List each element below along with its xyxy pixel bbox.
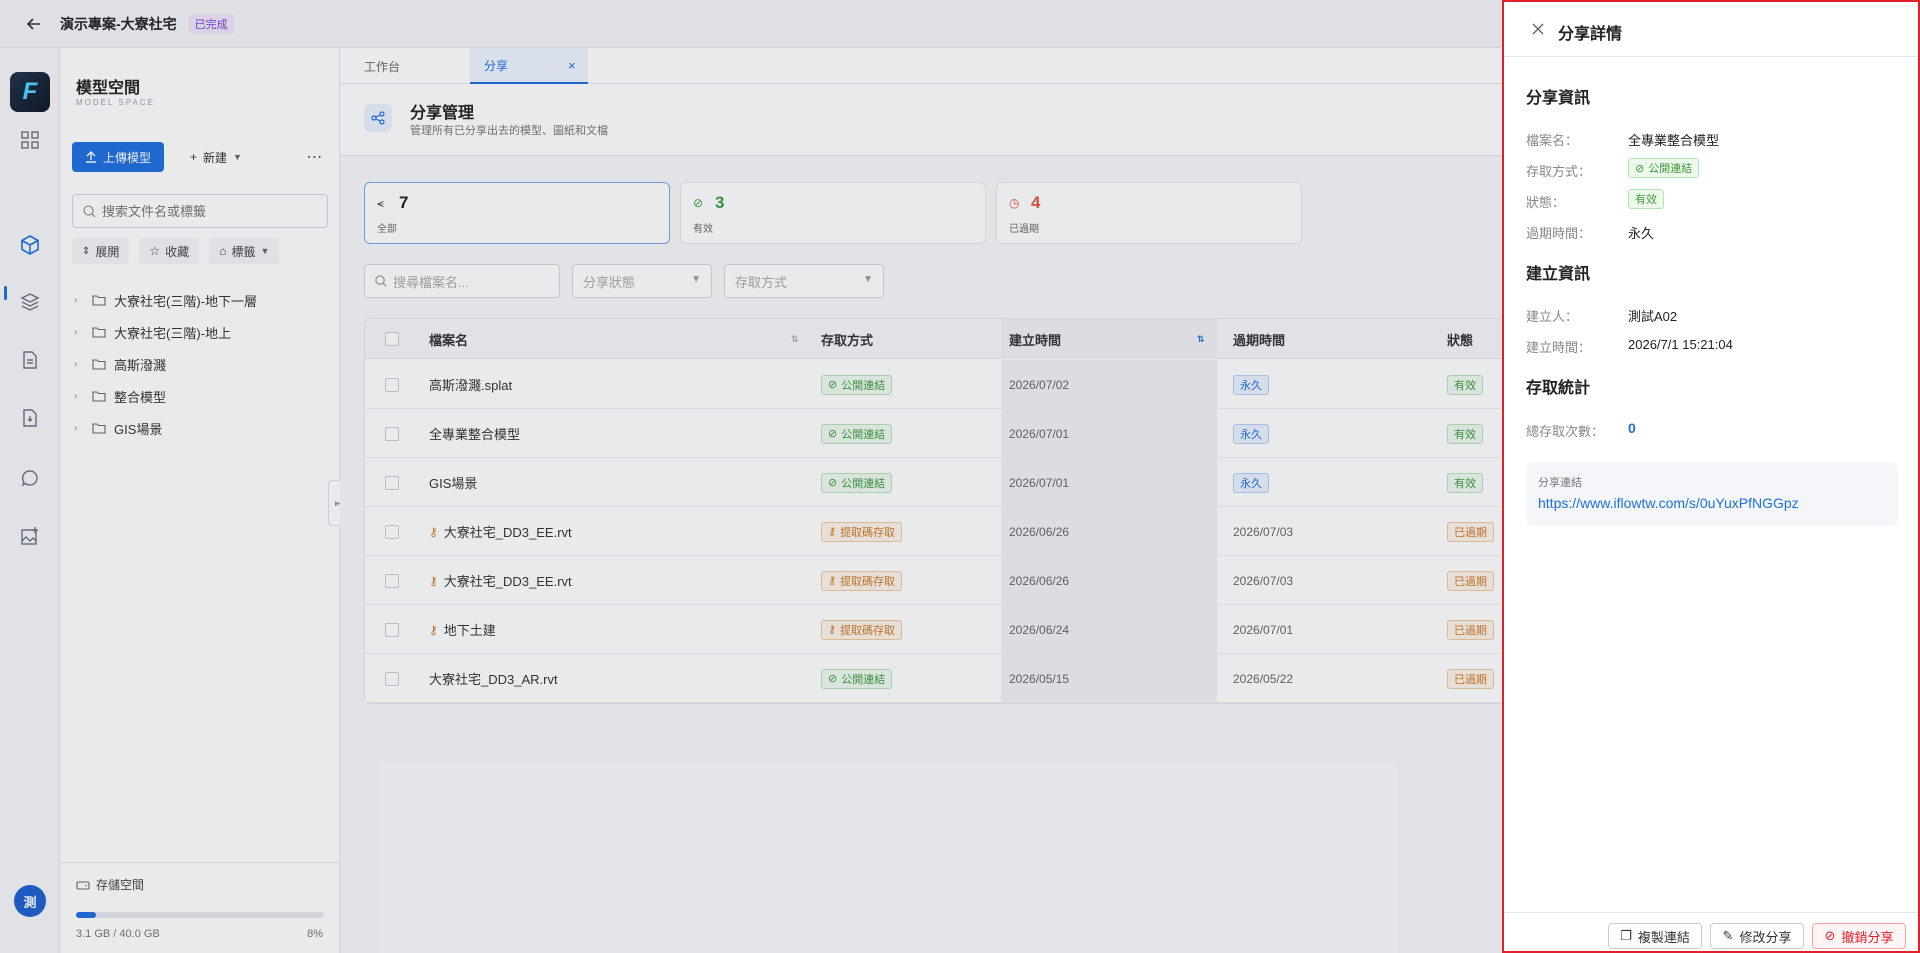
share-info-heading: 分享資訊	[1526, 90, 1591, 107]
file-name-value: 全專業整合模型	[1628, 133, 1720, 148]
creator-label: 建立人：	[1526, 309, 1579, 324]
total-access-label: 總存取次數：	[1526, 424, 1605, 439]
stats-heading: 存取統計	[1526, 380, 1591, 397]
total-access-value: 0	[1628, 420, 1636, 436]
create-info-heading: 建立資訊	[1526, 266, 1591, 283]
drawer-title: 分享詳情	[1558, 26, 1623, 43]
access-label: 存取方式：	[1526, 164, 1592, 179]
link-icon: ⊘	[1635, 162, 1645, 175]
created-label: 建立時間：	[1526, 340, 1592, 355]
share-detail-drawer: 分享詳情 分享資訊 檔案名： 全專業整合模型 存取方式： ⊘ 公開連結 狀態： 有…	[1502, 0, 1920, 953]
share-link-box: 分享連結 https://www.iflowtw.com/s/0uYuxPfNG…	[1526, 462, 1898, 526]
expire-label: 過期時間：	[1526, 226, 1592, 241]
pencil-icon: ✎	[1722, 928, 1734, 943]
ban-icon: ⊘	[1824, 928, 1836, 943]
edit-share-label: 修改分享	[1739, 929, 1792, 945]
created-value: 2026/7/1 15:21:04	[1628, 337, 1733, 352]
copy-link-button[interactable]: ❐ 複製連結	[1608, 923, 1702, 949]
drawer-footer: ❐ 複製連結 ✎ 修改分享 ⊘ 撤銷分享	[1504, 912, 1918, 951]
file-name-label: 檔案名：	[1526, 133, 1579, 148]
share-link-url[interactable]: https://www.iflowtw.com/s/0uYuxPfNGGpz	[1538, 495, 1799, 511]
close-icon[interactable]	[1528, 19, 1548, 39]
copy-link-label: 複製連結	[1637, 929, 1690, 945]
expire-value: 永久	[1628, 226, 1655, 241]
status-label: 狀態：	[1526, 195, 1566, 210]
drawer-header: 分享詳情	[1504, 2, 1918, 57]
revoke-share-button[interactable]: ⊘ 撤銷分享	[1812, 923, 1906, 949]
status-value: 有效	[1628, 189, 1664, 209]
access-value-text: 公開連結	[1648, 163, 1693, 175]
share-link-title: 分享連結	[1538, 477, 1582, 489]
revoke-share-label: 撤銷分享	[1841, 929, 1894, 945]
creator-value: 測試A02	[1628, 309, 1678, 324]
access-value: ⊘ 公開連結	[1628, 158, 1700, 178]
copy-icon: ❐	[1620, 928, 1632, 943]
status-badge: 有效	[1628, 189, 1664, 209]
edit-share-button[interactable]: ✎ 修改分享	[1710, 923, 1804, 949]
